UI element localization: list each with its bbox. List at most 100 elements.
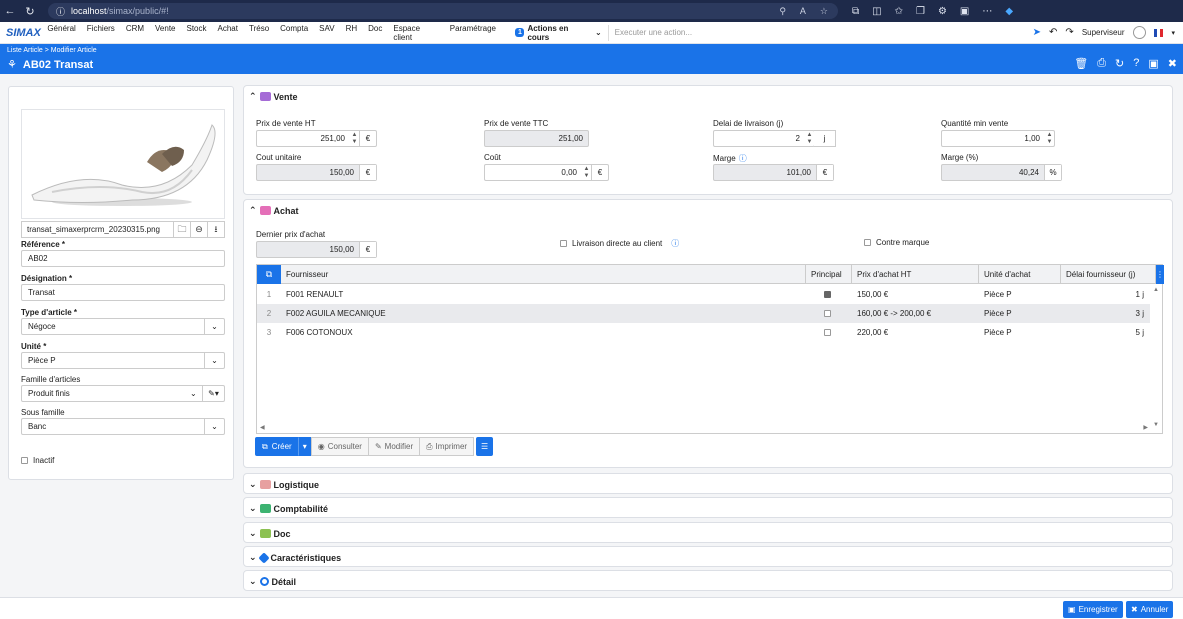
trash-icon[interactable]: 🗑: [1074, 57, 1088, 70]
edit-icon[interactable]: ✎▾: [202, 386, 224, 401]
principal-checkbox[interactable]: [824, 291, 831, 298]
modifier-button[interactable]: ✎ Modifier: [367, 437, 421, 456]
execute-action-input[interactable]: Executer une action...: [615, 28, 1033, 37]
unite-select[interactable]: Pièce P ⌄: [21, 352, 225, 369]
row-principal[interactable]: [824, 285, 831, 304]
achat-header[interactable]: ⌃ Achat: [249, 205, 299, 216]
prix-vente-ht-input[interactable]: 251,00 ▲ ▼ €: [256, 130, 377, 147]
chevron-down-icon[interactable]: ⌄: [249, 503, 257, 514]
table-row[interactable]: 2 F002 AGUILA MECANIQUE 160,00 € -> 200,…: [257, 304, 1150, 323]
livraison-directe-row[interactable]: Livraison directe au client ⓘ: [560, 238, 679, 249]
menu-doc[interactable]: Doc: [363, 24, 388, 42]
reload-icon[interactable]: ↻: [20, 5, 40, 18]
extensions-puzzle-icon[interactable]: ⚙: [938, 6, 947, 17]
remove-icon[interactable]: ⊖: [190, 222, 207, 237]
logistique-header[interactable]: ⌄ Logistique: [249, 479, 319, 490]
breadcrumb-parent[interactable]: Liste Article: [7, 47, 43, 54]
chevron-up-icon[interactable]: ⌃: [249, 91, 257, 102]
scroll-left-icon[interactable]: ◀: [260, 424, 265, 431]
contre-marque-row[interactable]: Contre marque: [864, 238, 929, 247]
menu-crm[interactable]: CRM: [120, 24, 149, 42]
read-aloud-icon[interactable]: A: [800, 6, 806, 17]
detail-header[interactable]: ⌄ Détail: [249, 576, 296, 587]
help-icon[interactable]: ?: [1133, 57, 1139, 70]
menu-achat[interactable]: Achat: [212, 24, 243, 42]
consulter-button[interactable]: ◉ Consulter: [310, 437, 369, 456]
undo-icon[interactable]: ↶: [1049, 27, 1057, 38]
info-icon[interactable]: ⓘ: [671, 238, 679, 249]
spinner-icon[interactable]: ▲ ▼: [350, 132, 359, 146]
principal-checkbox[interactable]: [824, 329, 831, 336]
menu-sav[interactable]: SAV: [314, 24, 340, 42]
contre-marque-checkbox[interactable]: [864, 239, 871, 246]
cout-input[interactable]: 0,00 ▲ ▼ €: [484, 164, 609, 181]
column-menu-icon[interactable]: ⋮: [1156, 265, 1164, 284]
reference-field[interactable]: AB02: [21, 250, 225, 267]
comptabilite-section[interactable]: ⌄ Comptabilité: [243, 497, 1173, 518]
enregistrer-button[interactable]: ▣ Enregistrer: [1063, 601, 1123, 618]
detail-section[interactable]: ⌄ Détail: [243, 570, 1173, 591]
col-unite-achat[interactable]: Unité d'achat: [979, 265, 1061, 284]
avatar[interactable]: [1132, 26, 1146, 39]
table-row[interactable]: 1 F001 RENAULT 150,00 € Pièce P 1 j: [257, 285, 1150, 304]
download-icon[interactable]: ⭳: [207, 222, 224, 237]
flag-dropdown-icon[interactable]: ▾: [1172, 29, 1176, 37]
scroll-down-icon[interactable]: ▼: [1153, 422, 1159, 428]
extensions-icon[interactable]: ⧉: [852, 6, 859, 17]
menu-vente[interactable]: Vente: [150, 24, 181, 42]
menu-general[interactable]: Général: [42, 24, 81, 42]
info-icon[interactable]: ⓘ: [739, 153, 747, 164]
print-icon[interactable]: ⎙: [1097, 57, 1106, 70]
folder-icon[interactable]: 🗀: [173, 222, 190, 237]
vente-header[interactable]: ⌃ Vente: [249, 91, 298, 102]
caracteristiques-section[interactable]: ⌄ Caractéristiques: [243, 546, 1173, 567]
chevron-down-icon[interactable]: ⌄: [204, 319, 224, 334]
menu-button[interactable]: ☰: [476, 437, 494, 456]
chevron-down-icon[interactable]: ⌄: [249, 552, 257, 563]
logistique-section[interactable]: ⌄ Logistique: [243, 473, 1173, 494]
spinner-icon[interactable]: ▲ ▼: [805, 132, 814, 146]
delai-livraison-input[interactable]: 2 ▲ ▼ j: [713, 130, 836, 147]
address-bar[interactable]: ⓘ localhost/simax/public/#! ⚲ A ☆: [48, 3, 838, 19]
chevron-down-icon[interactable]: ⌄: [190, 389, 202, 398]
close-icon[interactable]: ✖: [1168, 57, 1177, 70]
row-principal[interactable]: [824, 304, 831, 323]
redo-icon[interactable]: ↷: [1065, 27, 1073, 38]
col-fournisseur[interactable]: Fournisseur: [281, 265, 806, 284]
inactif-checkbox-row[interactable]: Inactif: [21, 456, 54, 465]
save-icon[interactable]: ▣: [1148, 57, 1158, 70]
imprimer-button[interactable]: ⎙ Imprimer: [419, 437, 475, 456]
table-row[interactable]: 3 F006 COTONOUX 220,00 € Pièce P 5 j: [257, 323, 1150, 342]
spinner-icon[interactable]: ▲ ▼: [582, 166, 591, 180]
favorites-icon[interactable]: ✩: [895, 6, 903, 17]
chevron-down-icon[interactable]: ⌄: [204, 353, 224, 368]
menu-fichiers[interactable]: Fichiers: [81, 24, 120, 42]
col-principal[interactable]: Principal: [806, 265, 852, 284]
back-icon[interactable]: ←: [0, 5, 20, 17]
menu-parametrage[interactable]: Paramétrage: [444, 24, 501, 42]
designation-field[interactable]: Transat: [21, 284, 225, 301]
menu-treso[interactable]: Tréso: [243, 24, 274, 42]
user-name[interactable]: Superviseur: [1082, 28, 1125, 37]
app-logo[interactable]: SIMAX: [0, 27, 42, 39]
col-delai-fournisseur[interactable]: Délai fournisseur (j): [1061, 265, 1156, 284]
zoom-icon[interactable]: ⚲: [779, 6, 786, 17]
principal-checkbox[interactable]: [824, 310, 831, 317]
chevron-up-icon[interactable]: ⌃: [249, 205, 257, 216]
col-prix-achat[interactable]: Prix d'achat HT: [852, 265, 979, 284]
sous-famille-select[interactable]: Banc ⌄: [21, 418, 225, 435]
copilot-icon[interactable]: ◆: [1005, 6, 1013, 17]
refresh-icon[interactable]: ↻: [1115, 57, 1124, 70]
menu-rh[interactable]: RH: [340, 24, 363, 42]
send-icon[interactable]: ➤: [1033, 27, 1041, 38]
famille-select[interactable]: Produit finis ⌄ ✎▾: [21, 385, 225, 402]
scroll-right-icon[interactable]: ▶: [1143, 424, 1148, 431]
actions-en-cours-dropdown[interactable]: 1 Actions en cours ⌄: [509, 24, 609, 42]
doc-section[interactable]: ⌄ Doc: [243, 522, 1173, 543]
caracteristiques-header[interactable]: ⌄ Caractéristiques: [249, 551, 341, 564]
creer-button[interactable]: ⧉ Créer: [255, 437, 299, 456]
scroll-up-icon[interactable]: ▲: [1153, 287, 1159, 293]
doc-header[interactable]: ⌄ Doc: [249, 528, 291, 539]
split-screen-icon[interactable]: ◫: [872, 6, 881, 17]
comptabilite-header[interactable]: ⌄ Comptabilité: [249, 503, 328, 514]
